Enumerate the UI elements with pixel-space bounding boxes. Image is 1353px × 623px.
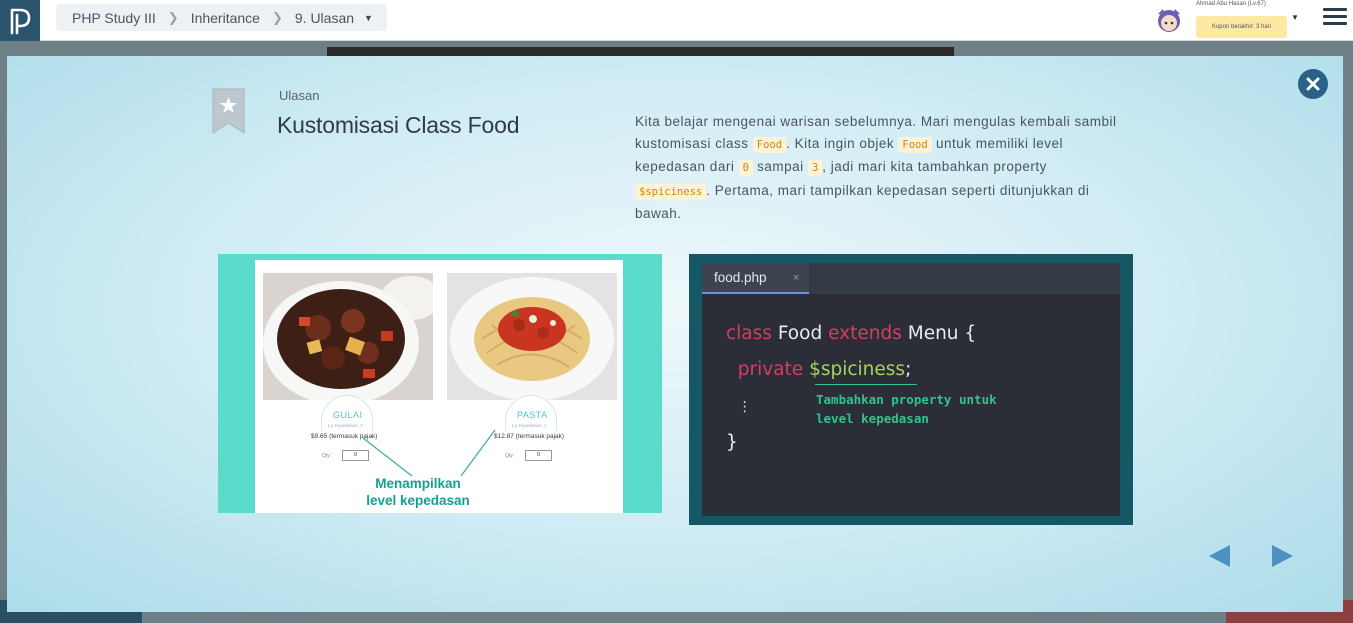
breadcrumb-lesson[interactable]: 9. Ulasan <box>295 10 354 26</box>
spice-level-annotation: Menampilkan level kepedasan <box>366 476 470 508</box>
bookmark-star-icon <box>212 88 245 134</box>
breadcrumb-chapter[interactable]: Inheritance <box>191 10 260 26</box>
top-bar: PHP Study III ❯ Inheritance ❯ 9. Ulasan … <box>0 0 1353 41</box>
section-label: Ulasan <box>279 88 320 103</box>
code-editor: food.php × class Food extends Menu { pri… <box>702 263 1120 516</box>
caret-down-icon[interactable]: ▼ <box>1291 13 1299 22</box>
modal-title: Kustomisasi Class Food <box>277 112 520 138</box>
close-button[interactable] <box>1298 69 1328 99</box>
close-icon: × <box>793 272 800 284</box>
code-illustration: food.php × class Food extends Menu { pri… <box>689 254 1133 525</box>
logo-icon <box>10 8 31 34</box>
inline-code: $spiciness <box>635 183 707 200</box>
inline-code: 3 <box>807 160 823 177</box>
add-property-annotation: Tambahkan property untuk level kepedasan <box>816 392 997 426</box>
logo[interactable] <box>0 0 40 41</box>
hamburger-menu-icon[interactable] <box>1323 8 1347 28</box>
close-icon <box>1306 77 1320 91</box>
breadcrumb-course[interactable]: PHP Study III <box>72 10 156 26</box>
coupon-badge: Kupon berakhir: 3 hari <box>1196 16 1287 38</box>
annotation-underline <box>815 384 917 385</box>
inline-code: Food <box>898 136 932 153</box>
modal-description: Kita belajar mengenai warisan sebelumnya… <box>635 114 1117 222</box>
chevron-right-icon: ❯ <box>167 9 179 25</box>
inline-code: 0 <box>738 160 753 177</box>
editor-tab-bar: food.php × <box>702 263 1120 294</box>
avatar[interactable] <box>1154 6 1184 34</box>
user-name: Ahmad Abu Hasan (Lv.67) <box>1196 1 1266 7</box>
previous-arrow-icon[interactable] <box>1208 544 1232 568</box>
next-arrow-icon[interactable] <box>1270 544 1294 568</box>
inline-code: Food <box>752 136 787 153</box>
caret-down-icon[interactable]: ▼ <box>364 13 373 23</box>
review-modal: Ulasan Kustomisasi Class Food Kita belaj… <box>7 56 1343 612</box>
chevron-right-icon: ❯ <box>271 9 283 25</box>
breadcrumb: PHP Study III ❯ Inheritance ❯ 9. Ulasan … <box>56 4 387 31</box>
file-tab: food.php × <box>702 263 809 294</box>
code-block: class Food extends Menu { private $spici… <box>726 323 977 453</box>
food-illustration: GULAI Lv. Kepedasan: 3 $9.65 (termasuk p… <box>218 254 662 513</box>
